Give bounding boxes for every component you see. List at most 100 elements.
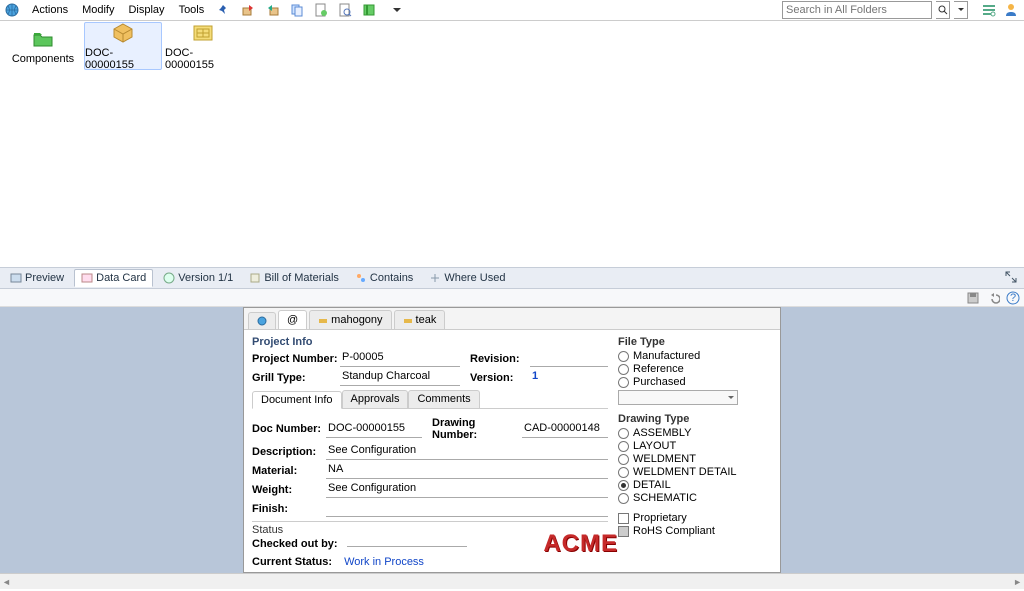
checked-out-by-value[interactable] (347, 546, 467, 547)
radio-icon (618, 441, 629, 452)
check-label: RoHS Compliant (633, 525, 715, 537)
config-tab-teak[interactable]: teak (394, 310, 446, 329)
check-proprietary[interactable]: Proprietary (618, 512, 772, 524)
tab-preview[interactable]: Preview (4, 270, 70, 286)
items-area: Components DOC-00000155 DOC-00000155 (0, 21, 1024, 71)
current-status-label: Current Status: (252, 556, 332, 568)
radio-schematic[interactable]: SCHEMATIC (618, 492, 772, 504)
card-body: Project Info Project Number: P-00005 Rev… (244, 330, 780, 572)
search-input[interactable] (782, 1, 932, 19)
acme-logo: ACME (543, 530, 618, 558)
file-type-group: File Type Manufactured Reference Purchas… (618, 336, 772, 405)
tab-whereused[interactable]: Where Used (423, 270, 511, 286)
inner-tab-approvals[interactable]: Approvals (342, 390, 409, 408)
horizontal-scrollbar[interactable]: ◄ ► (0, 573, 1024, 589)
menu-modify[interactable]: Modify (76, 2, 120, 18)
tab-label: Where Used (444, 272, 505, 284)
item-doc-1[interactable]: DOC-00000155 (84, 22, 162, 70)
item-doc-2[interactable]: DOC-00000155 (164, 22, 242, 70)
item-label: Components (12, 53, 74, 65)
grill-type-label: Grill Type: (252, 372, 340, 384)
description-value[interactable]: See Configuration (326, 443, 608, 460)
menu-display[interactable]: Display (122, 2, 170, 18)
undo-icon[interactable] (986, 291, 1000, 305)
page-search-icon[interactable] (336, 1, 354, 19)
help-icon[interactable]: ? (1006, 291, 1020, 305)
config-tab-at[interactable]: @ (278, 310, 307, 329)
inner-tab-docinfo[interactable]: Document Info (252, 391, 342, 409)
version-value: 1 (530, 369, 608, 386)
tab-label: Bill of Materials (264, 272, 339, 284)
toolbar-dropdown-icon[interactable] (388, 1, 406, 19)
menu-tools[interactable]: Tools (173, 2, 211, 18)
globe-small-icon (257, 316, 267, 326)
radio-label: ASSEMBLY (633, 427, 692, 439)
app-icon (4, 2, 20, 18)
tab-datacard[interactable]: Data Card (74, 269, 153, 287)
svg-text:?: ? (1010, 292, 1016, 304)
revision-value[interactable] (530, 350, 608, 367)
book-icon[interactable] (360, 1, 378, 19)
weight-value[interactable]: See Configuration (326, 481, 608, 498)
doc-number-value[interactable]: DOC-00000155 (326, 421, 422, 438)
finish-value[interactable] (326, 500, 608, 517)
radio-purchased[interactable]: Purchased (618, 376, 772, 388)
search-button[interactable] (936, 1, 950, 19)
radio-reference[interactable]: Reference (618, 363, 772, 375)
right-column: File Type Manufactured Reference Purchas… (618, 336, 772, 568)
page-new-icon[interactable] (312, 1, 330, 19)
blank-area (0, 71, 1024, 267)
copy-icon[interactable] (288, 1, 306, 19)
tab-version[interactable]: Version 1/1 (157, 270, 239, 286)
doc-number-label: Doc Number: (252, 423, 326, 435)
radio-weldment[interactable]: WELDMENT (618, 453, 772, 465)
current-status-value[interactable]: Work in Process (344, 556, 424, 568)
drawing-type-group: Drawing Type ASSEMBLY LAYOUT WELDMENT WE… (618, 413, 772, 504)
menubar: Actions Modify Display Tools (0, 0, 1024, 21)
radio-assembly[interactable]: ASSEMBLY (618, 427, 772, 439)
drawing-number-label: Drawing Number: (432, 417, 522, 441)
radio-weldment-detail[interactable]: WELDMENT DETAIL (618, 466, 772, 478)
tab-bom[interactable]: Bill of Materials (243, 270, 345, 286)
radio-icon (618, 467, 629, 478)
material-label: Material: (252, 465, 326, 477)
config-tab-mahogony[interactable]: mahogony (309, 310, 391, 329)
menu-actions[interactable]: Actions (26, 2, 74, 18)
material-value[interactable]: NA (326, 462, 608, 479)
tab-label: Data Card (96, 272, 146, 284)
radio-icon (618, 351, 629, 362)
radio-detail[interactable]: DETAIL (618, 479, 772, 491)
tab-label: Contains (370, 272, 413, 284)
data-card: @ mahogony teak Project Info Project Num… (243, 307, 781, 573)
checkbox-icon (618, 526, 629, 537)
radio-manufactured[interactable]: Manufactured (618, 350, 772, 362)
inner-tab-comments[interactable]: Comments (408, 390, 479, 408)
radio-label: Purchased (633, 376, 686, 388)
drawing-number-value[interactable]: CAD-00000148 (522, 421, 608, 438)
item-components[interactable]: Components (4, 22, 82, 70)
config-tab-globe[interactable] (248, 312, 276, 329)
search-dropdown[interactable] (954, 1, 968, 19)
grill-type-value[interactable]: Standup Charcoal (340, 369, 460, 386)
tab-text: mahogony (331, 314, 382, 326)
filter-list-icon[interactable] (980, 1, 998, 19)
user-icon[interactable] (1002, 1, 1020, 19)
left-gutter (0, 307, 243, 573)
expand-icon[interactable] (1004, 270, 1020, 286)
scroll-right-icon[interactable]: ► (1013, 577, 1022, 587)
radio-layout[interactable]: LAYOUT (618, 440, 772, 452)
part-box-icon (111, 21, 135, 45)
radio-label: LAYOUT (633, 440, 676, 452)
checkout-icon[interactable] (240, 1, 258, 19)
check-rohs[interactable]: RoHS Compliant (618, 525, 772, 537)
checkin-icon[interactable] (264, 1, 282, 19)
tab-contains[interactable]: Contains (349, 270, 419, 286)
pin-icon[interactable] (214, 1, 232, 19)
save-card-icon[interactable] (966, 291, 980, 305)
current-status-row: Current Status: Work in Process ACME (252, 556, 608, 568)
file-type-dropdown[interactable] (618, 390, 738, 405)
inner-tabs: Document Info Approvals Comments (252, 390, 608, 409)
project-number-value[interactable]: P-00005 (340, 350, 460, 367)
compliance-group: Proprietary RoHS Compliant (618, 512, 772, 537)
scroll-left-icon[interactable]: ◄ (2, 577, 11, 587)
